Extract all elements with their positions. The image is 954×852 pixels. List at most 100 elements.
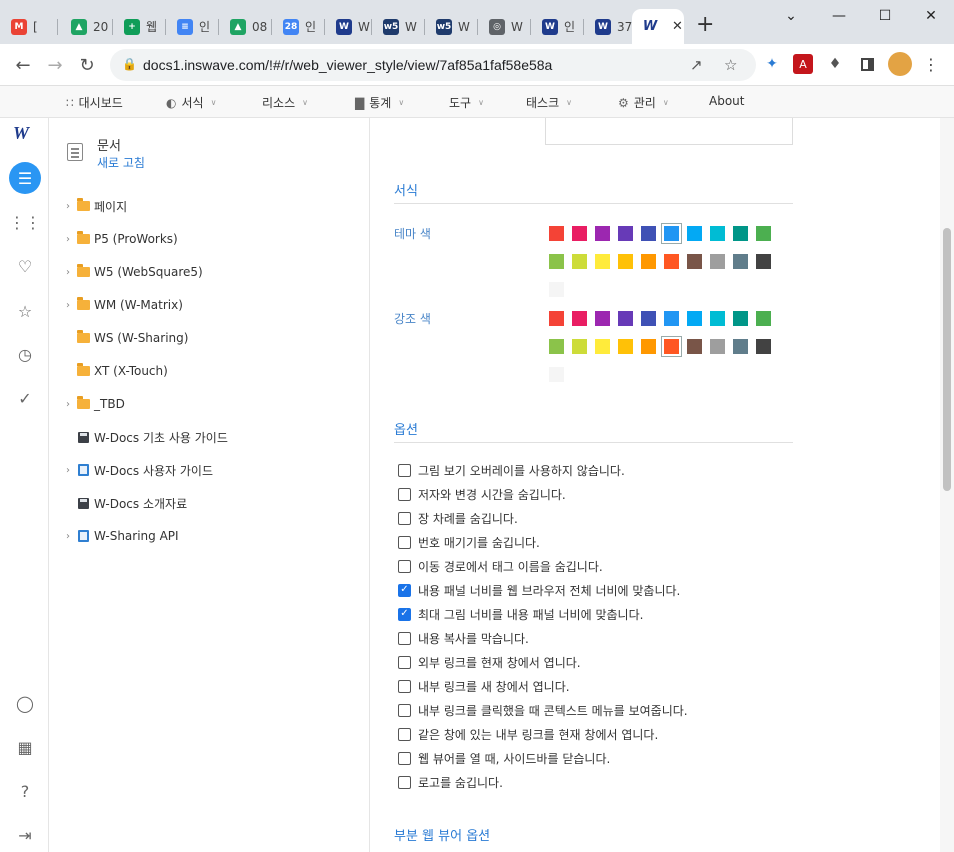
apps-grid-icon[interactable]: ⋮⋮ xyxy=(9,209,41,235)
menu-item[interactable]: About xyxy=(709,94,744,108)
theme-color-swatch[interactable] xyxy=(710,226,725,241)
option-row[interactable]: 장 차례를 숨깁니다. xyxy=(398,509,518,527)
browser-tab[interactable]: ▲ 20 xyxy=(60,9,113,44)
accent-color-swatch[interactable] xyxy=(549,339,564,354)
tree-item[interactable]: › W-Sharing API xyxy=(61,526,179,546)
share-icon[interactable]: ↗ xyxy=(690,56,703,74)
url-text[interactable]: docs1.inswave.com/!#/r/web_viewer_style/… xyxy=(143,57,552,73)
accent-color-swatch[interactable] xyxy=(733,311,748,326)
forward-button[interactable]: → xyxy=(42,52,68,78)
browser-tab[interactable]: 28 인 xyxy=(272,9,325,44)
close-window-button[interactable]: ✕ xyxy=(908,4,954,28)
browser-tab[interactable]: w5 W xyxy=(372,9,425,44)
menu-item[interactable]: 도구 ∨ xyxy=(449,94,484,111)
theme-color-swatch[interactable] xyxy=(733,254,748,269)
reload-button[interactable]: ↻ xyxy=(74,52,100,78)
pdf-extension-icon[interactable]: A xyxy=(793,54,813,74)
logout-icon[interactable]: ⇥ xyxy=(12,822,38,848)
option-checkbox[interactable] xyxy=(398,679,411,693)
accent-color-swatch[interactable] xyxy=(756,311,771,326)
address-bar[interactable]: 🔒 docs1.inswave.com/!#/r/web_viewer_styl… xyxy=(110,49,756,81)
theme-color-swatch[interactable] xyxy=(549,226,564,241)
menu-item[interactable]: ▇ 통계 ∨ xyxy=(355,94,404,111)
accent-color-swatch[interactable] xyxy=(710,339,725,354)
theme-color-swatch[interactable] xyxy=(572,226,587,241)
menu-item[interactable]: 리소스 ∨ xyxy=(262,94,308,111)
theme-color-swatch[interactable] xyxy=(618,254,633,269)
theme-color-swatch[interactable] xyxy=(641,226,656,241)
accent-color-swatch[interactable] xyxy=(595,311,610,326)
menu-item[interactable]: ◐ 서식 ∨ xyxy=(166,94,216,111)
theme-color-swatch[interactable] xyxy=(733,226,748,241)
browser-tab[interactable]: W 37 xyxy=(584,9,632,44)
menu-item[interactable]: ∷ 대시보드 xyxy=(66,94,123,111)
puzzle-icon[interactable]: ♦ xyxy=(825,54,845,74)
chevron-right-icon[interactable]: › xyxy=(61,267,75,278)
star-icon[interactable]: ☆ xyxy=(12,298,38,324)
side-panel-icon[interactable] xyxy=(857,54,877,74)
browser-tab[interactable]: M[ xyxy=(0,9,58,44)
theme-color-swatch[interactable] xyxy=(687,254,702,269)
option-row[interactable]: 웹 뷰어를 열 때, 사이드바를 닫습니다. xyxy=(398,749,610,767)
accent-color-swatch[interactable] xyxy=(572,311,587,326)
browser-tab[interactable]: W인 xyxy=(531,9,584,44)
option-checkbox[interactable] xyxy=(398,775,411,789)
history-icon[interactable]: ◷ xyxy=(12,341,38,367)
accent-color-swatch[interactable] xyxy=(641,311,656,326)
accent-color-swatch[interactable] xyxy=(664,311,679,326)
option-row[interactable]: 내용 복사를 막습니다. xyxy=(398,629,529,647)
browser-tab[interactable]: ◎ W xyxy=(478,9,531,44)
option-checkbox[interactable] xyxy=(398,559,411,573)
theme-color-swatch[interactable] xyxy=(572,254,587,269)
accent-color-swatch[interactable] xyxy=(687,311,702,326)
tree-item[interactable]: XT (X-Touch) xyxy=(61,361,168,381)
theme-color-swatch[interactable] xyxy=(549,254,564,269)
theme-color-swatch[interactable] xyxy=(641,254,656,269)
accent-color-swatch[interactable] xyxy=(710,311,725,326)
theme-color-swatch[interactable] xyxy=(756,226,771,241)
bell-icon[interactable]: ♡ xyxy=(12,253,38,279)
theme-color-swatch[interactable] xyxy=(618,226,633,241)
theme-color-swatch[interactable] xyxy=(661,223,682,244)
chevron-right-icon[interactable]: › xyxy=(61,399,75,410)
minimize-button[interactable]: — xyxy=(816,4,862,28)
accent-color-swatch[interactable] xyxy=(549,311,564,326)
option-row[interactable]: ✓ 최대 그림 너비를 내용 패널 너비에 맞춥니다. xyxy=(398,605,643,623)
option-checkbox[interactable] xyxy=(398,727,411,741)
user-icon[interactable]: ◯ xyxy=(12,690,38,716)
browser-tab[interactable]: WW xyxy=(325,9,372,44)
theme-color-swatch[interactable] xyxy=(756,254,771,269)
option-checkbox[interactable] xyxy=(398,511,411,525)
browser-tab-active[interactable]: W ✕ xyxy=(632,9,684,44)
option-row[interactable]: 같은 창에 있는 내부 링크를 현재 창에서 엽니다. xyxy=(398,725,658,743)
extension-icon[interactable]: ✦ xyxy=(762,54,782,74)
option-checkbox[interactable] xyxy=(398,751,411,765)
tree-item[interactable]: › W-Docs 사용자 가이드 xyxy=(61,460,213,480)
option-row[interactable]: 내부 링크를 새 창에서 엽니다. xyxy=(398,677,570,695)
theme-color-swatch[interactable] xyxy=(664,254,679,269)
option-row[interactable]: 로고를 숨깁니다. xyxy=(398,773,503,791)
menu-item[interactable]: ⚙ 관리 ∨ xyxy=(618,94,669,111)
option-checkbox[interactable] xyxy=(398,703,411,717)
option-row[interactable]: 외부 링크를 현재 창에서 엽니다. xyxy=(398,653,581,671)
accent-color-swatch[interactable] xyxy=(661,336,682,357)
tree-item[interactable]: WS (W-Sharing) xyxy=(61,328,188,348)
theme-color-swatch[interactable] xyxy=(549,282,564,297)
option-checkbox[interactable] xyxy=(398,655,411,669)
accent-color-swatch[interactable] xyxy=(756,339,771,354)
accent-color-swatch[interactable] xyxy=(618,339,633,354)
browser-tab[interactable]: ▲ 08 xyxy=(219,9,272,44)
menu-icon[interactable]: ☰ xyxy=(9,162,41,194)
theme-color-swatch[interactable] xyxy=(595,254,610,269)
check-circle-icon[interactable]: ✓ xyxy=(12,385,38,411)
new-tab-button[interactable]: + xyxy=(696,12,714,38)
browser-tab[interactable]: + 웹 xyxy=(113,9,166,44)
option-checkbox[interactable]: ✓ xyxy=(398,583,411,597)
more-menu-icon[interactable]: ⋮ xyxy=(921,54,941,74)
chevron-right-icon[interactable]: › xyxy=(61,201,75,212)
terminal-icon[interactable]: ▦ xyxy=(12,734,38,760)
option-row[interactable]: 내부 링크를 클릭했을 때 콘텍스트 메뉴를 보여줍니다. xyxy=(398,701,688,719)
close-tab-icon[interactable]: ✕ xyxy=(672,19,683,34)
scrollbar-thumb[interactable] xyxy=(943,228,951,491)
chevron-right-icon[interactable]: › xyxy=(61,300,75,311)
